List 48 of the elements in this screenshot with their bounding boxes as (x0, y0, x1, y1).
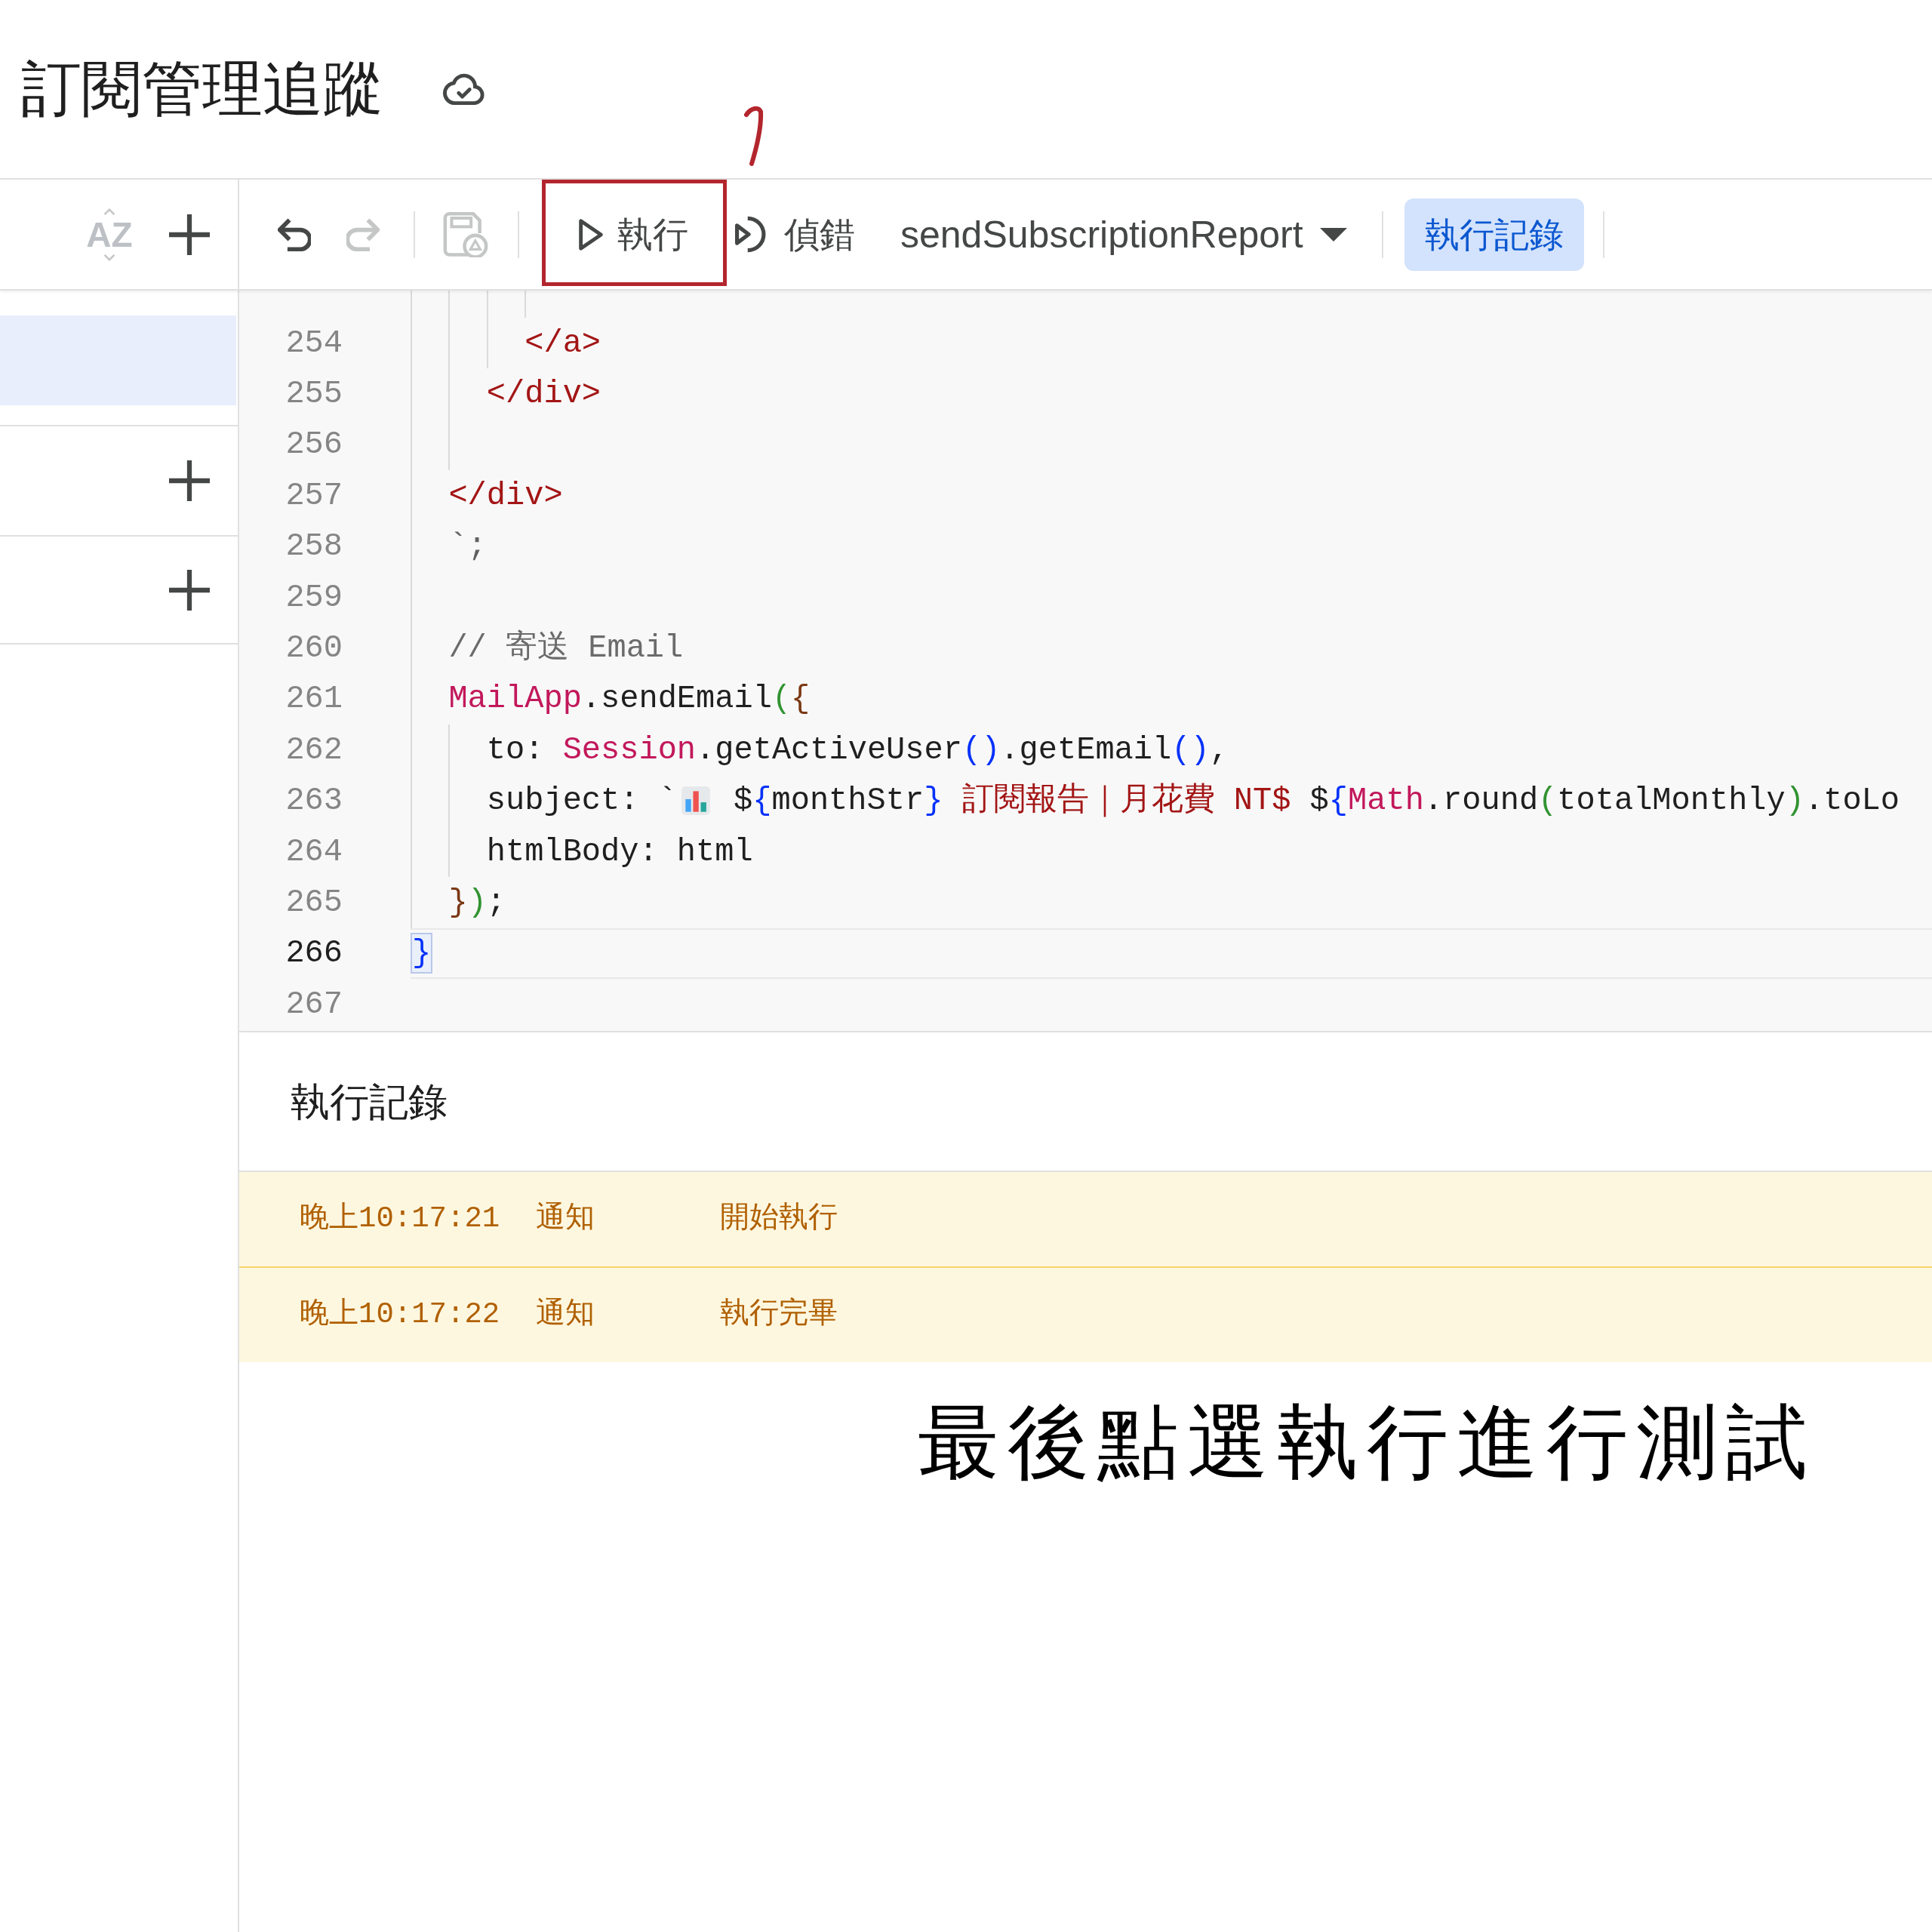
code-text: } (411, 933, 433, 974)
bar-chart-icon (679, 785, 712, 817)
debug-button[interactable]: 偵錯 (731, 198, 860, 271)
line-number: 267 (285, 985, 343, 1023)
code-text: </div> (486, 375, 601, 414)
line-number: 260 (285, 629, 343, 668)
plus-icon (169, 460, 210, 501)
line-number: 261 (285, 680, 343, 718)
add-button[interactable] (168, 568, 211, 611)
line-number: 262 (285, 731, 343, 769)
line-number: 256 (285, 426, 343, 464)
code-text: ${monthStr} 訂閱報告｜月花費 NT$ ${Math.round(totalMonthly).toLo (733, 782, 1900, 820)
execution-log-toggle[interactable]: 執行記錄 (1404, 198, 1584, 271)
line-number: 263 (285, 782, 343, 820)
code-text: </a> (525, 324, 601, 362)
page-title: 訂閱管理追蹤 (21, 59, 383, 119)
add-button[interactable] (168, 213, 211, 256)
play-icon (577, 217, 604, 251)
line-number: 254 (285, 324, 343, 362)
line-number: 257 (285, 476, 343, 515)
line-number: 255 (285, 375, 343, 414)
code-text: `; (448, 528, 487, 566)
plus-icon (169, 214, 210, 255)
code-text: // 寄送 Email (448, 629, 684, 668)
caret-down-icon (1319, 227, 1347, 242)
code-text: subject: ` (486, 782, 677, 820)
line-number: 266 (285, 934, 343, 973)
code-text: htmlBody: html (486, 832, 753, 871)
function-dropdown[interactable]: sendSubscriptionReport (896, 198, 1352, 271)
code-text: </div> (448, 476, 563, 515)
line-number: 264 (285, 832, 343, 871)
redo-icon (346, 217, 380, 251)
panel-title: 執行記錄 (291, 1081, 448, 1121)
line-number: 258 (285, 528, 343, 566)
annotation-hook-icon (743, 106, 764, 167)
add-button[interactable] (168, 460, 211, 502)
run-button[interactable]: 執行 (540, 198, 725, 271)
line-number: 259 (285, 578, 343, 617)
chevron-up-icon (103, 208, 115, 216)
handwritten-note: 最後點選執行進行測試 (918, 1401, 1816, 1483)
save-icon (443, 211, 488, 257)
undo-icon (278, 217, 311, 251)
code-text: }); (448, 884, 506, 921)
code-text: MailApp.sendEmail({ (448, 680, 811, 718)
chevron-down-icon (103, 253, 115, 261)
plus-icon (169, 569, 210, 611)
code-text: to: Session.getActiveUser().getEmail(), (486, 731, 1229, 769)
line-number: 265 (285, 884, 343, 921)
